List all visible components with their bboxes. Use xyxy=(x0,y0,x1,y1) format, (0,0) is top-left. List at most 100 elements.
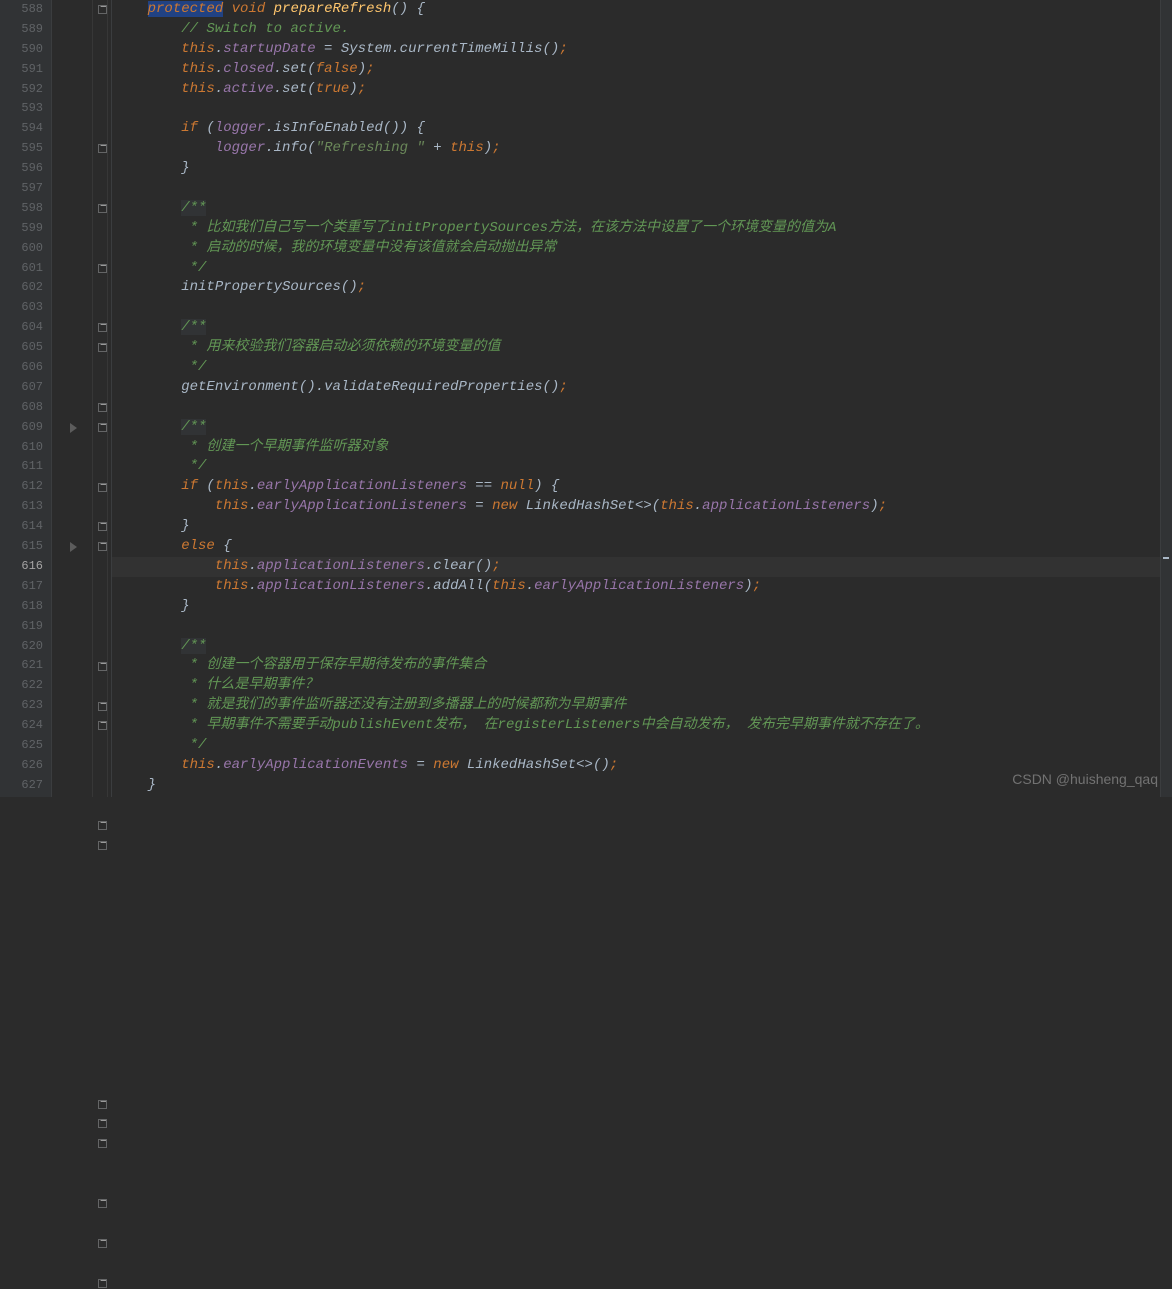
line-number[interactable]: 591 xyxy=(0,60,43,80)
line-number[interactable]: 615 xyxy=(0,537,43,557)
line-number[interactable]: 592 xyxy=(0,80,43,100)
fold-toggle-icon[interactable] xyxy=(98,662,107,671)
code-line[interactable] xyxy=(112,398,1172,418)
line-number[interactable]: 621 xyxy=(0,656,43,676)
line-number[interactable]: 594 xyxy=(0,119,43,139)
code-line[interactable]: if (logger.isInfoEnabled()) { xyxy=(112,119,1172,139)
code-line[interactable]: logger.info("Refreshing " + this); xyxy=(112,139,1172,159)
fold-toggle-icon[interactable] xyxy=(98,423,107,432)
fold-toggle-icon[interactable] xyxy=(98,542,107,551)
fold-toggle-icon[interactable] xyxy=(98,1279,107,1288)
fold-toggle-icon[interactable] xyxy=(98,1139,107,1148)
code-line[interactable]: /** xyxy=(112,199,1172,219)
line-number[interactable]: 611 xyxy=(0,457,43,477)
code-line[interactable]: this.startupDate = System.currentTimeMil… xyxy=(112,40,1172,60)
code-line[interactable] xyxy=(112,298,1172,318)
code-line[interactable]: this.active.set(true); xyxy=(112,80,1172,100)
code-line[interactable]: * 比如我们自己写一个类重写了initPropertySources方法，在该方… xyxy=(112,219,1172,239)
code-line[interactable]: /** xyxy=(112,318,1172,338)
code-line[interactable]: * 创建一个早期事件监听器对象 xyxy=(112,438,1172,458)
code-line[interactable]: getEnvironment().validateRequiredPropert… xyxy=(112,378,1172,398)
line-number[interactable]: 601 xyxy=(0,259,43,279)
line-number[interactable]: 613 xyxy=(0,497,43,517)
fold-toggle-icon[interactable] xyxy=(98,264,107,273)
line-number[interactable]: 602 xyxy=(0,278,43,298)
code-line[interactable]: * 早期事件不需要手动publishEvent发布， 在registerList… xyxy=(112,716,1172,736)
code-line[interactable]: } xyxy=(112,159,1172,179)
code-line[interactable]: * 启动的时候，我的环境变量中没有该值就会启动抛出异常 xyxy=(112,239,1172,259)
line-number[interactable]: 623 xyxy=(0,696,43,716)
fold-toggle-icon[interactable] xyxy=(98,702,107,711)
line-number[interactable]: 626 xyxy=(0,756,43,776)
line-number[interactable]: 622 xyxy=(0,676,43,696)
line-number[interactable]: 605 xyxy=(0,338,43,358)
line-number[interactable]: 619 xyxy=(0,617,43,637)
code-line[interactable]: */ xyxy=(112,736,1172,756)
fold-toggle-icon[interactable] xyxy=(98,1119,107,1128)
bookmark-icon[interactable] xyxy=(70,542,77,552)
fold-toggle-icon[interactable] xyxy=(98,323,107,332)
code-line[interactable]: } xyxy=(112,597,1172,617)
fold-toggle-icon[interactable] xyxy=(98,841,107,850)
code-line[interactable]: this.applicationListeners.clear(); xyxy=(112,557,1172,577)
code-line[interactable]: initPropertySources(); xyxy=(112,278,1172,298)
fold-toggle-icon[interactable] xyxy=(98,483,107,492)
code-line[interactable]: if (this.earlyApplicationListeners == nu… xyxy=(112,477,1172,497)
fold-toggle-icon[interactable] xyxy=(98,5,107,14)
line-number[interactable]: 608 xyxy=(0,398,43,418)
line-number[interactable]: 598 xyxy=(0,199,43,219)
fold-toggle-icon[interactable] xyxy=(98,1239,107,1248)
code-line[interactable] xyxy=(112,179,1172,199)
fold-toggle-icon[interactable] xyxy=(98,1100,107,1109)
code-line[interactable]: else { xyxy=(112,537,1172,557)
code-line[interactable]: } xyxy=(112,517,1172,537)
line-number[interactable]: 600 xyxy=(0,239,43,259)
code-line[interactable]: * 什么是早期事件？ xyxy=(112,676,1172,696)
code-line[interactable]: /** xyxy=(112,637,1172,657)
line-number[interactable]: 589 xyxy=(0,20,43,40)
code-line[interactable]: this.applicationListeners.addAll(this.ea… xyxy=(112,577,1172,597)
code-line[interactable]: */ xyxy=(112,259,1172,279)
line-number-gutter[interactable]: 5885895905915925935945955965975985996006… xyxy=(0,0,52,797)
line-number[interactable]: 612 xyxy=(0,477,43,497)
code-line[interactable]: */ xyxy=(112,457,1172,477)
line-number[interactable]: 617 xyxy=(0,577,43,597)
line-number[interactable]: 627 xyxy=(0,776,43,796)
line-number[interactable]: 610 xyxy=(0,438,43,458)
bookmark-icon[interactable] xyxy=(70,423,77,433)
fold-toggle-icon[interactable] xyxy=(98,522,107,531)
line-number[interactable]: 588 xyxy=(0,0,43,20)
fold-gutter[interactable] xyxy=(52,0,112,797)
line-number[interactable]: 614 xyxy=(0,517,43,537)
line-number[interactable]: 607 xyxy=(0,378,43,398)
fold-toggle-icon[interactable] xyxy=(98,821,107,830)
line-number[interactable]: 593 xyxy=(0,99,43,119)
scrollbar-marker-strip[interactable] xyxy=(1160,0,1172,797)
line-number[interactable]: 596 xyxy=(0,159,43,179)
code-line[interactable]: // Switch to active. xyxy=(112,20,1172,40)
line-number[interactable]: 609 xyxy=(0,418,43,438)
code-line[interactable]: /** xyxy=(112,418,1172,438)
fold-toggle-icon[interactable] xyxy=(98,343,107,352)
line-number[interactable]: 595 xyxy=(0,139,43,159)
code-line[interactable]: * 用来校验我们容器启动必须依赖的环境变量的值 xyxy=(112,338,1172,358)
line-number[interactable]: 616 xyxy=(0,557,43,577)
fold-toggle-icon[interactable] xyxy=(98,1199,107,1208)
code-line[interactable] xyxy=(112,99,1172,119)
code-line[interactable]: * 创建一个容器用于保存早期待发布的事件集合 xyxy=(112,656,1172,676)
line-number[interactable]: 625 xyxy=(0,736,43,756)
code-line[interactable]: */ xyxy=(112,358,1172,378)
line-number[interactable]: 599 xyxy=(0,219,43,239)
code-line[interactable]: * 就是我们的事件监听器还没有注册到多播器上的时候都称为早期事件 xyxy=(112,696,1172,716)
line-number[interactable]: 597 xyxy=(0,179,43,199)
line-number[interactable]: 618 xyxy=(0,597,43,617)
fold-toggle-icon[interactable] xyxy=(98,144,107,153)
line-number[interactable]: 604 xyxy=(0,318,43,338)
line-number[interactable]: 620 xyxy=(0,637,43,657)
code-line[interactable]: protected void prepareRefresh() { xyxy=(112,0,1172,20)
code-line[interactable]: this.closed.set(false); xyxy=(112,60,1172,80)
editor[interactable]: 5885895905915925935945955965975985996006… xyxy=(0,0,1172,797)
code-area[interactable]: protected void prepareRefresh() { // Swi… xyxy=(112,0,1172,797)
code-line[interactable] xyxy=(112,617,1172,637)
code-line[interactable]: this.earlyApplicationListeners = new Lin… xyxy=(112,497,1172,517)
